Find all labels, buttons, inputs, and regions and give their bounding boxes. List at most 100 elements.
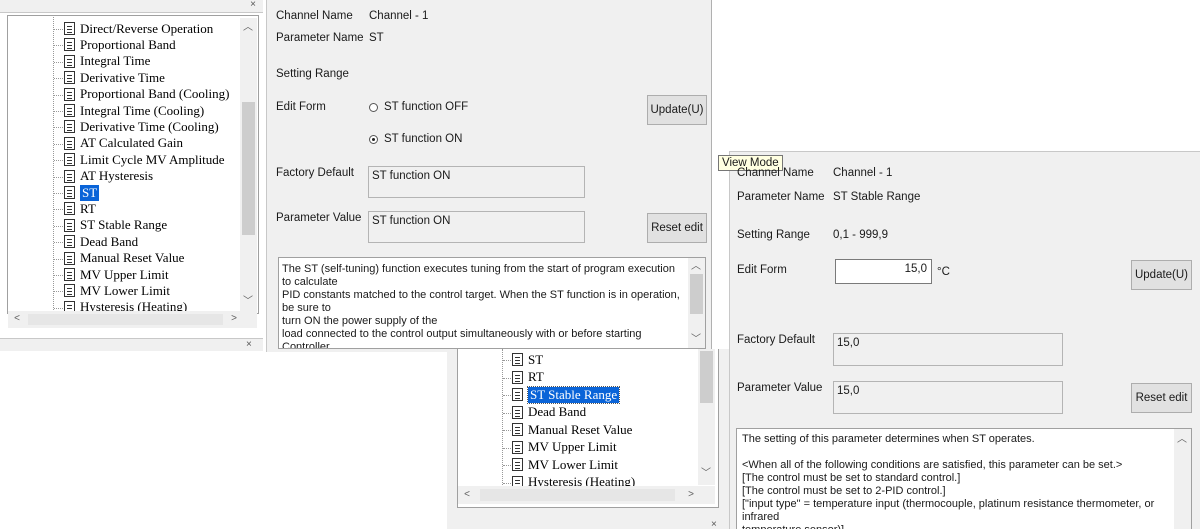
right-reset-edit-button[interactable]: Reset edit [1131, 383, 1192, 413]
description-line: [The control must be set to standard con… [742, 472, 961, 484]
tree-branch-line [54, 127, 63, 129]
tree-item[interactable]: MV Upper Limit [64, 266, 169, 283]
tree-item[interactable]: MV Lower Limit [512, 456, 618, 473]
parameter-name-value: ST [369, 32, 384, 44]
parameter-doc-icon [64, 153, 75, 167]
parameter-doc-icon [512, 353, 523, 366]
desc-scroll-up-icon[interactable]: ︿ [689, 260, 703, 274]
tree-item-label: ST Stable Range [80, 217, 168, 233]
tree-item-label: Limit Cycle MV Amplitude [80, 151, 225, 167]
tree-item[interactable]: RT [512, 369, 544, 386]
description-line: ["input type" = temperature input (therm… [742, 498, 1155, 523]
left-tree-footer-strip: × [0, 338, 263, 351]
right-desc-scroll-up-icon[interactable]: ︿ [1175, 433, 1189, 447]
tree-item[interactable]: AT Calculated Gain [64, 135, 183, 152]
right-scroll-left-icon[interactable]: < [460, 488, 474, 502]
desc-scroll-thumb[interactable] [690, 274, 703, 314]
factory-default-label: Factory Default [276, 167, 354, 179]
tree-item-label: Derivative Time [80, 69, 165, 85]
st-on-radio[interactable] [369, 135, 378, 144]
left-tree-hscroll[interactable]: < > [8, 311, 257, 328]
right-hscroll-thumb[interactable] [480, 489, 675, 501]
tree-item[interactable]: ST [64, 184, 100, 201]
tree-item-label: MV Upper Limit [80, 266, 169, 282]
scroll-down-icon[interactable]: ﹀ [241, 295, 255, 309]
scroll-up-icon[interactable]: ︿ [241, 21, 255, 35]
tree-item[interactable]: Dead Band [512, 404, 586, 421]
left-desc-vscroll[interactable]: ︿ ﹀ [688, 258, 705, 348]
right-update-button[interactable]: Update(U) [1131, 260, 1192, 290]
tree-item-label: Dead Band [80, 233, 139, 249]
tree-item[interactable]: Integral Time [64, 53, 150, 70]
parameter-doc-icon [64, 186, 75, 199]
parameter-doc-icon [64, 54, 75, 68]
right-channel-name-label: Channel Name [737, 167, 814, 179]
tree-item[interactable]: Proportional Band (Cooling) [64, 86, 230, 103]
tree-item[interactable]: MV Upper Limit [512, 439, 617, 456]
tree-item-label: ST [80, 184, 100, 201]
parameter-doc-icon [64, 104, 75, 117]
scroll-thumb[interactable] [242, 102, 255, 235]
st-off-label[interactable]: ST function OFF [384, 101, 468, 113]
tree-branch-line [54, 242, 63, 244]
tree-item[interactable]: Derivative Time (Cooling) [64, 118, 219, 135]
right-scroll-right-icon[interactable]: > [684, 488, 698, 502]
parameter-doc-icon [512, 388, 523, 401]
left-footer-close-icon[interactable]: × [246, 339, 252, 350]
tree-item[interactable]: ST [512, 351, 543, 368]
right-tree-vscroll[interactable]: ﹀ [698, 349, 715, 485]
tree-item[interactable]: ST Stable Range [512, 385, 621, 404]
tree-item[interactable]: Limit Cycle MV Amplitude [64, 151, 225, 168]
tree-item[interactable]: AT Hysteresis [64, 168, 153, 185]
parameter-doc-icon [64, 87, 75, 101]
update-button[interactable]: Update(U) [647, 95, 707, 125]
tree-branch-line [503, 377, 511, 379]
tree-branch-line [54, 225, 63, 227]
tree-item[interactable]: Derivative Time [64, 69, 165, 86]
reset-edit-button[interactable]: Reset edit [647, 213, 707, 243]
right-desc-vscroll[interactable]: ︿ [1174, 429, 1191, 529]
st-on-label[interactable]: ST function ON [384, 133, 462, 145]
description-line: The setting of this parameter determines… [742, 433, 1035, 445]
parameter-doc-icon [512, 370, 523, 384]
hscroll-thumb[interactable] [28, 314, 223, 325]
parameter-doc-icon [64, 202, 75, 216]
parameter-doc-icon [64, 218, 75, 232]
tree-branch-line [503, 412, 511, 414]
tree-item[interactable]: Proportional Band [64, 36, 176, 53]
tree-item[interactable]: Manual Reset Value [64, 250, 184, 267]
right-tree-footer-close-icon[interactable]: × [711, 519, 717, 530]
edit-value-input[interactable]: 15,0 [835, 259, 932, 284]
parameter-doc-icon [64, 284, 75, 298]
tree-item[interactable]: ST Stable Range [64, 217, 167, 234]
desc-scroll-down-icon[interactable]: ﹀ [689, 333, 703, 347]
right-setting-range-value: 0,1 - 999,9 [833, 229, 888, 241]
scroll-right-icon[interactable]: > [227, 312, 241, 326]
left-tree-vscroll[interactable]: ︿ ﹀ [240, 18, 257, 311]
tree-item-label: RT [80, 200, 96, 216]
tree-branch-line [54, 160, 63, 162]
unit-label: °C [937, 266, 950, 278]
right-scroll-thumb[interactable] [700, 351, 713, 403]
tree-item[interactable]: Dead Band [64, 233, 138, 250]
tree-item-label: Dead Band [528, 404, 587, 419]
tree-item[interactable]: Integral Time (Cooling) [64, 102, 204, 119]
tree-item[interactable]: Manual Reset Value [512, 421, 632, 438]
tree-branch-line [503, 465, 511, 466]
scroll-left-icon[interactable]: < [10, 312, 24, 326]
left-description-text: The ST (self-tuning) function executes t… [282, 263, 682, 348]
left-tree-close-icon[interactable]: × [247, 0, 259, 11]
st-off-radio[interactable] [369, 103, 378, 112]
parameter-doc-icon [64, 120, 75, 134]
right-scroll-down-icon[interactable]: ﹀ [699, 467, 713, 481]
tree-item[interactable]: Direct/Reverse Operation [64, 20, 213, 37]
tree-item-label: RT [528, 369, 544, 384]
tree-branch-line [503, 482, 511, 484]
tree-item[interactable]: MV Lower Limit [64, 282, 170, 299]
tree-branch-line [503, 360, 511, 361]
left-tree-header-strip [0, 0, 263, 13]
right-channel-name-value: Channel - 1 [833, 167, 893, 179]
tree-item[interactable]: RT [64, 200, 96, 217]
right-tree-hscroll[interactable]: < > [458, 486, 715, 504]
right-tree-connector [502, 349, 503, 489]
